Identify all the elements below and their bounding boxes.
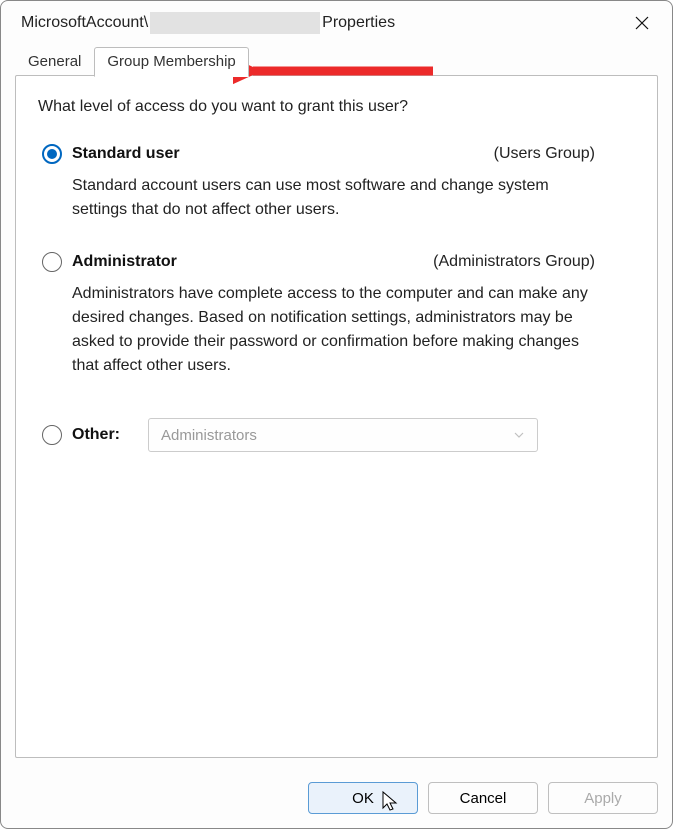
close-button[interactable] (624, 7, 660, 39)
option-administrator: Administrator (Administrators Group) Adm… (38, 252, 635, 378)
label-administrator: Administrator (72, 253, 177, 271)
tab-strip: General Group Membership (15, 47, 658, 76)
title-prefix: MicrosoftAccount\ (21, 14, 148, 32)
chevron-down-icon (513, 429, 525, 441)
apply-button[interactable]: Apply (548, 782, 658, 814)
close-icon (634, 15, 650, 31)
tab-content: What level of access do you want to gran… (15, 75, 658, 758)
access-prompt: What level of access do you want to gran… (38, 98, 635, 116)
desc-administrator: Administrators have complete access to t… (72, 282, 595, 378)
properties-dialog: MicrosoftAccount\ Properties General Gro… (0, 0, 673, 829)
titlebar: MicrosoftAccount\ Properties (1, 1, 672, 43)
label-standard-user: Standard user (72, 145, 180, 163)
tab-general[interactable]: General (15, 47, 94, 77)
option-standard-user: Standard user (Users Group) Standard acc… (38, 144, 635, 222)
title-redacted (150, 12, 320, 34)
cancel-button[interactable]: Cancel (428, 782, 538, 814)
label-other: Other: (72, 426, 120, 444)
other-group-select[interactable]: Administrators (148, 418, 538, 452)
radio-other[interactable] (42, 425, 62, 445)
radio-standard-user[interactable] (42, 144, 62, 164)
option-other: Other: Administrators (42, 418, 635, 452)
group-administrator: (Administrators Group) (433, 253, 635, 271)
ok-button[interactable]: OK (308, 782, 418, 814)
radio-administrator[interactable] (42, 252, 62, 272)
desc-standard-user: Standard account users can use most soft… (72, 174, 595, 222)
other-group-selected: Administrators (161, 427, 257, 444)
group-standard-user: (Users Group) (494, 145, 635, 163)
dialog-footer: OK Cancel Apply (1, 772, 672, 828)
tab-group-membership[interactable]: Group Membership (94, 47, 248, 77)
title-suffix: Properties (322, 14, 395, 32)
